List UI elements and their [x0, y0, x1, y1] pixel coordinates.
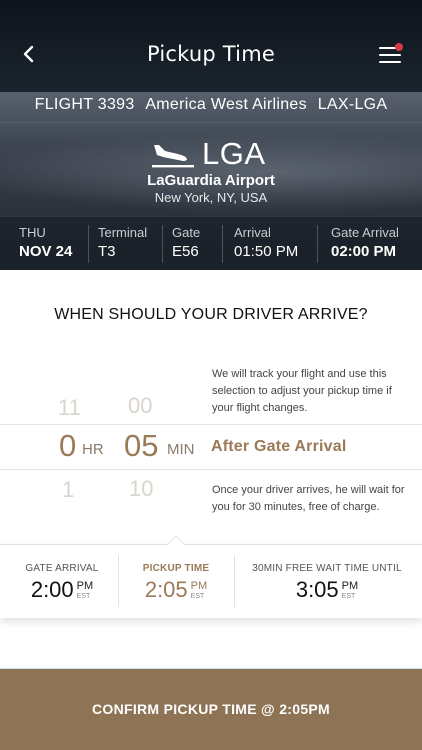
wait-until-time: 3:05 — [295, 577, 339, 602]
confirm-pickup-button[interactable]: CONFIRM PICKUP TIME @ 2:05PM — [0, 669, 422, 750]
gate-arrival-time: 2:00 — [30, 577, 74, 602]
notification-dot — [395, 43, 403, 51]
driver-arrival-question: WHEN SHOULD YOUR DRIVER ARRIVE? — [54, 306, 368, 323]
relative-to-label: After Gate Arrival — [211, 438, 347, 455]
minutes-value[interactable]: 05 — [124, 428, 158, 464]
flight-summary-hero: FLIGHT 3393 America West Airlines LAX-LG… — [0, 92, 422, 270]
hours-unit: HR — [82, 441, 104, 458]
plane-landing-icon — [152, 145, 194, 168]
summary-pickup-time: PICKUP TIME 2:05 PM EST — [142, 563, 210, 602]
destination-code: LGA — [202, 136, 266, 171]
hours-option-prev[interactable]: 11 — [58, 395, 81, 421]
flight-route: LAX-LGA — [317, 96, 388, 113]
flight-arrival: Arrival 01:50 PM — [234, 225, 299, 260]
wait-time-note: Once your driver arrives, he will wait f… — [212, 484, 405, 513]
flight-date: THU NOV 24 — [19, 225, 73, 260]
page-title: Pickup Time — [146, 42, 275, 66]
summary-wait-until: 30MIN FREE WAIT TIME UNTIL 3:05 PM EST — [252, 563, 402, 602]
flight-gate: Gate E56 — [172, 225, 201, 260]
tracking-note: We will track your flight and use this s… — [212, 368, 392, 414]
top-nav-bar: Pickup Time — [0, 0, 422, 92]
airport-city: New York, NY, USA — [154, 190, 268, 205]
pickup-summary-card: GATE ARRIVAL 2:00 PM EST PICKUP TIME 2:0… — [0, 544, 422, 618]
minutes-unit: MIN — [167, 441, 195, 458]
minutes-option-next[interactable]: 10 — [129, 476, 153, 502]
destination: LGA — [150, 136, 266, 172]
hours-value[interactable]: 0 — [59, 428, 76, 464]
flight-terminal: Terminal T3 — [98, 225, 148, 260]
flight-number: FLIGHT 3393 — [34, 96, 135, 113]
hours-option-next[interactable]: 1 — [62, 477, 74, 503]
airport-name: LaGuardia Airport — [147, 172, 275, 189]
summary-gate-arrival: GATE ARRIVAL 2:00 PM EST — [25, 563, 99, 602]
flight-line: FLIGHT 3393 America West Airlines LAX-LG… — [0, 96, 422, 114]
flight-gate-arrival: Gate Arrival 02:00 PM — [331, 225, 399, 260]
airline-name: America West Airlines — [145, 96, 307, 113]
pickup-time: 2:05 — [144, 577, 188, 602]
flight-info-strip: THU NOV 24 Terminal T3 Gate E56 Arrival … — [0, 216, 422, 270]
minutes-option-prev[interactable]: 00 — [128, 393, 152, 419]
